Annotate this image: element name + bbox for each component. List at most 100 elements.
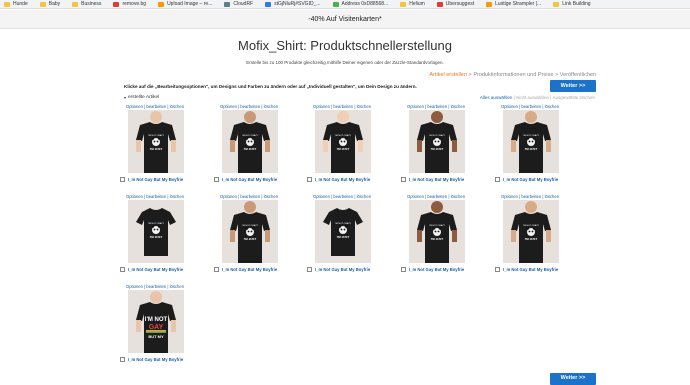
product-thumbnail[interactable]: I'M NOT CRAZY I'M JUST bbox=[503, 200, 559, 263]
product-checkbox[interactable] bbox=[214, 267, 219, 272]
product-name-row: I_m Not Gay But My Boyfrie bbox=[495, 177, 558, 182]
product-thumbnail-art: I'M NOT CRAZY I'M JUST bbox=[503, 200, 559, 263]
step-product-info: Produktinformationen und Preise bbox=[473, 72, 554, 78]
site-icon bbox=[332, 1, 339, 7]
product-thumbnail-art: I'M NOT CRAZY I'M JUST bbox=[315, 110, 371, 173]
product-name-row: I_m Not Gay But My Boyfrie bbox=[214, 177, 277, 182]
svg-text:I'M NOT CRAZY: I'M NOT CRAZY bbox=[148, 134, 165, 137]
product-card: Optionen | bearbeiten | löschen I'M NOT C… bbox=[302, 194, 382, 272]
product-name-link[interactable]: I_m Not Gay But My Boyfrie bbox=[315, 177, 370, 182]
product-thumbnail[interactable]: I'M NOT CRAZY I'M JUST bbox=[409, 110, 465, 173]
created-articles-label: erstellte Artikel bbox=[128, 95, 160, 100]
delete-selected-link[interactable]: Ausgewählte löschen bbox=[552, 95, 595, 100]
product-thumbnail[interactable]: I'M NOT CRAZY I'M JUST bbox=[503, 110, 559, 173]
product-options-links[interactable]: Optionen | bearbeiten | löschen bbox=[302, 104, 382, 109]
product-name-row: I_m Not Gay But My Boyfrie bbox=[120, 357, 183, 362]
instruction-text: Klicke auf die „Bearbeitungsoptionen", u… bbox=[124, 84, 417, 89]
product-options-links[interactable]: Optionen | bearbeiten | löschen bbox=[115, 104, 195, 109]
bookmark-item[interactable]: Hunde bbox=[4, 1, 28, 7]
product-thumbnail[interactable]: I'M NOT CRAZY I'M JUST bbox=[222, 110, 278, 173]
deselect-all-link[interactable]: Nicht auswählen bbox=[516, 95, 549, 100]
svg-text:I'M JUST: I'M JUST bbox=[150, 235, 163, 239]
product-checkbox[interactable] bbox=[214, 177, 219, 182]
product-thumbnail[interactable]: I'M NOT CRAZY I'M JUST bbox=[409, 200, 465, 263]
bookmark-item[interactable]: stGjNluRj#SVGID_... bbox=[265, 1, 321, 7]
bookmarks-bar: Hunde Baby Business remove.bg Upload Image –… bbox=[0, 0, 690, 9]
product-name-link[interactable]: I_m Not Gay But My Boyfrie bbox=[222, 267, 277, 272]
bookmark-label: Link Building bbox=[562, 1, 591, 7]
product-options-links[interactable]: Optionen | bearbeiten | löschen bbox=[396, 194, 476, 199]
product-thumbnail[interactable]: I'M NOT CRAZY I'M JUST bbox=[315, 200, 371, 263]
bookmark-item[interactable]: Ubersuggest bbox=[436, 1, 474, 7]
bookmark-item[interactable]: Lustige Strampler |... bbox=[486, 1, 541, 7]
bookmark-item[interactable]: Baby bbox=[39, 1, 61, 7]
bookmark-item[interactable]: CloudRF bbox=[224, 1, 253, 7]
bookmark-label: Helium bbox=[409, 1, 425, 7]
product-thumbnail-art: I'M NOT CRAZY I'M JUST bbox=[503, 110, 559, 173]
product-name-row: I_m Not Gay But My Boyfrie bbox=[120, 267, 183, 272]
product-checkbox[interactable] bbox=[401, 177, 406, 182]
bookmark-label: CloudRF bbox=[233, 1, 254, 7]
product-thumbnail-art: I'M NOTGAY BUT MY bbox=[128, 290, 184, 353]
product-checkbox[interactable] bbox=[120, 177, 125, 182]
product-name-row: I_m Not Gay But My Boyfrie bbox=[495, 267, 558, 272]
product-options-links[interactable]: Optionen | bearbeiten | löschen bbox=[115, 284, 195, 289]
site-icon bbox=[486, 1, 493, 7]
next-button-bottom[interactable]: Weiter >> bbox=[550, 373, 596, 385]
bookmark-label: Upload Image – re... bbox=[167, 1, 213, 7]
bookmark-label: Baby bbox=[48, 1, 61, 7]
product-thumbnail-art: I'M NOT CRAZY I'M JUST bbox=[222, 110, 278, 173]
product-thumbnail-art: I'M NOT CRAZY I'M JUST bbox=[128, 200, 184, 263]
product-card: Optionen | bearbeiten | löschen I'M NOT C… bbox=[490, 194, 570, 272]
product-checkbox[interactable] bbox=[495, 267, 500, 272]
product-name-link[interactable]: I_m Not Gay But My Boyfrie bbox=[128, 267, 183, 272]
product-name-row: I_m Not Gay But My Boyfrie bbox=[307, 267, 370, 272]
product-name-link[interactable]: I_m Not Gay But My Boyfrie bbox=[222, 177, 277, 182]
svg-text:I'M NOT CRAZY: I'M NOT CRAZY bbox=[523, 224, 540, 227]
product-name-link[interactable]: I_m Not Gay But My Boyfrie bbox=[315, 267, 370, 272]
product-name-link[interactable]: I_m Not Gay But My Boyfrie bbox=[409, 177, 464, 182]
product-options-links[interactable]: Optionen | bearbeiten | löschen bbox=[302, 194, 382, 199]
product-options-links[interactable]: Optionen | bearbeiten | löschen bbox=[115, 194, 195, 199]
product-name-link[interactable]: I_m Not Gay But My Boyfrie bbox=[128, 177, 183, 182]
product-thumbnail[interactable]: I'M NOT CRAZY I'M JUST bbox=[128, 200, 184, 263]
bookmark-label: stGjNluRj#SVGID_... bbox=[274, 1, 321, 7]
product-thumbnail[interactable]: I'M NOT GAY BUT MY bbox=[128, 290, 184, 353]
site-icon bbox=[436, 1, 443, 7]
product-checkbox[interactable] bbox=[495, 177, 500, 182]
bookmark-item[interactable]: Link Building bbox=[553, 1, 591, 7]
product-options-links[interactable]: Optionen | bearbeiten | löschen bbox=[396, 104, 476, 109]
product-checkbox[interactable] bbox=[401, 267, 406, 272]
product-name-link[interactable]: I_m Not Gay But My Boyfrie bbox=[128, 357, 183, 362]
product-checkbox[interactable] bbox=[120, 267, 125, 272]
site-icon bbox=[224, 1, 231, 7]
product-checkbox[interactable] bbox=[307, 267, 312, 272]
svg-text:I'M NOT CRAZY: I'M NOT CRAZY bbox=[335, 134, 352, 137]
bookmark-item[interactable]: remove.bg bbox=[113, 1, 146, 7]
product-thumbnail[interactable]: I'M NOT CRAZY I'M JUST bbox=[128, 110, 184, 173]
svg-text:I'M JUST: I'M JUST bbox=[431, 147, 444, 151]
bookmark-label: Address 0xD88568... bbox=[341, 1, 389, 7]
product-options-links[interactable]: Optionen | bearbeiten | löschen bbox=[209, 104, 289, 109]
site-icon bbox=[158, 1, 165, 7]
bookmark-item[interactable]: Upload Image – re... bbox=[158, 1, 212, 7]
product-thumbnail[interactable]: I'M NOT CRAZY I'M JUST bbox=[222, 200, 278, 263]
product-checkbox[interactable] bbox=[120, 357, 125, 362]
product-name-link[interactable]: I_m Not Gay But My Boyfrie bbox=[409, 267, 464, 272]
bookmark-item[interactable]: Helium bbox=[400, 1, 425, 7]
product-options-links[interactable]: Optionen | bearbeiten | löschen bbox=[490, 194, 570, 199]
product-name-link[interactable]: I_m Not Gay But My Boyfrie bbox=[503, 177, 558, 182]
promo-banner[interactable]: -40% Auf Visitenkarten* bbox=[0, 10, 690, 29]
bookmark-item[interactable]: Address 0xD88568... bbox=[332, 1, 389, 7]
created-articles-toggle[interactable]: ▾ erstellte Artikel bbox=[124, 95, 159, 100]
bookmark-item[interactable]: Business bbox=[72, 1, 101, 7]
next-button[interactable]: Weiter >> bbox=[550, 80, 596, 92]
product-options-links[interactable]: Optionen | bearbeiten | löschen bbox=[209, 194, 289, 199]
product-options-links[interactable]: Optionen | bearbeiten | löschen bbox=[490, 104, 570, 109]
product-name-link[interactable]: I_m Not Gay But My Boyfrie bbox=[503, 267, 558, 272]
select-all-link[interactable]: Alles auswählen bbox=[480, 95, 513, 100]
product-thumbnail[interactable]: I'M NOT CRAZY I'M JUST bbox=[315, 110, 371, 173]
folder-icon bbox=[4, 1, 10, 7]
product-checkbox[interactable] bbox=[307, 177, 312, 182]
product-name-row: I_m Not Gay But My Boyfrie bbox=[401, 267, 464, 272]
